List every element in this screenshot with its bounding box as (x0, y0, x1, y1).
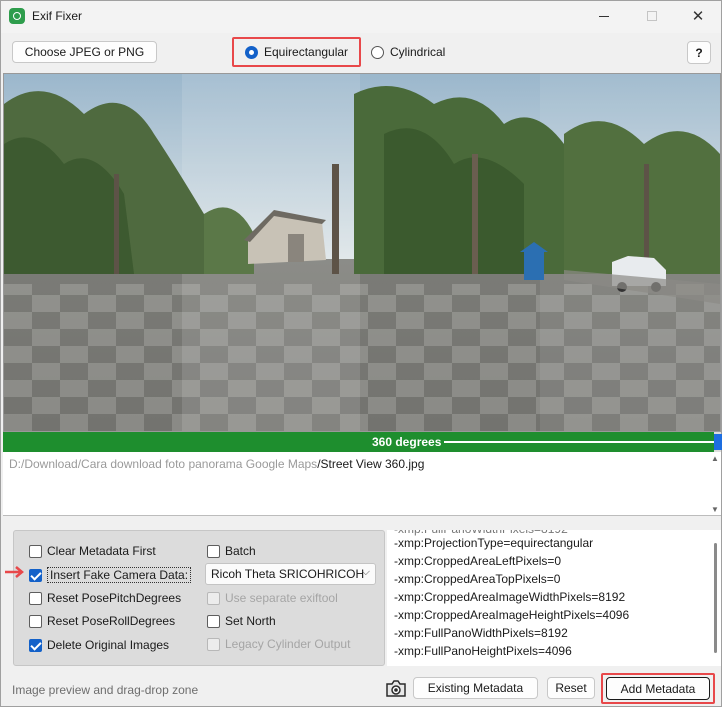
close-icon: ✕ (691, 7, 705, 25)
maximize-icon (647, 11, 657, 21)
metadata-line: -xmp:FullPanoHeightPixels=4096 (394, 644, 572, 658)
close-button[interactable]: ✕ (675, 1, 721, 31)
checkbox-checked-icon[interactable] (29, 638, 42, 652)
camera-icon[interactable] (385, 678, 407, 698)
path-text: D:/Download/Cara download foto panorama … (9, 457, 424, 471)
metadata-scrollbar[interactable] (714, 543, 717, 653)
path-textbox[interactable]: D:/Download/Cara download foto panorama … (3, 452, 721, 516)
checkbox-label: Reset PoseRollDegrees (47, 614, 176, 628)
panorama-image (4, 74, 720, 431)
progress-bar[interactable]: 360 degrees (3, 432, 722, 452)
metadata-line: -xmp:FullPanoWidthPixels=8192 (394, 626, 568, 640)
checkbox-box[interactable] (29, 544, 42, 558)
checkbox-label: Insert Fake Camera Data: (47, 567, 192, 583)
checkbox-insert-fake-camera[interactable]: Insert Fake Camera Data: (29, 565, 192, 585)
checkbox-box[interactable] (207, 544, 220, 558)
radio-equirectangular-label: Equirectangular (264, 45, 349, 59)
checkbox-reset-pitch[interactable]: Reset PosePitchDegrees (29, 588, 181, 608)
checkbox-label: Set North (225, 614, 276, 628)
add-metadata-button[interactable]: Add Metadata (606, 677, 710, 700)
metadata-line: -xmp:CroppedAreaTopPixels=0 (394, 572, 561, 586)
checkbox-label: Use separate exiftool (225, 591, 338, 605)
metadata-line: -xmp:CroppedAreaLeftPixels=0 (394, 554, 562, 568)
checkbox-batch[interactable]: Batch (207, 541, 256, 561)
checkbox-reset-roll[interactable]: Reset PoseRollDegrees (29, 611, 175, 631)
radio-cylindrical[interactable]: Cylindrical (369, 37, 469, 67)
radio-unselected-icon (371, 45, 384, 59)
scroll-down-icon[interactable]: ▼ (711, 505, 719, 514)
window-title: Exif Fixer (32, 9, 83, 23)
minimize-icon (599, 15, 609, 17)
path-scrollbar[interactable]: ▲ ▼ (709, 452, 721, 516)
reset-button[interactable]: Reset (547, 677, 595, 699)
checkbox-checked-icon[interactable] (29, 568, 42, 582)
metadata-line: -xmp:CroppedAreaImageWidthPixels=8192 (394, 590, 626, 604)
checkbox-box[interactable] (207, 614, 220, 628)
checkbox-label: Delete Original Images (47, 638, 170, 652)
chevron-down-icon[interactable]: ⌵ (362, 566, 370, 579)
minimize-button[interactable] (581, 1, 627, 31)
red-arrow-icon (5, 566, 24, 578)
app-icon (9, 8, 25, 24)
checkbox-separate-exiftool[interactable]: Use separate exiftool (207, 588, 338, 608)
progress-handle[interactable] (714, 434, 722, 450)
title-bar: Exif Fixer ✕ (1, 1, 721, 33)
radio-equirectangular[interactable]: Equirectangular (232, 37, 361, 67)
panorama-preview[interactable] (3, 73, 721, 432)
checkbox-label: Legacy Cylinder Output (225, 637, 351, 651)
checkbox-clear-metadata[interactable]: Clear Metadata First (29, 541, 156, 561)
checkbox-delete-originals[interactable]: Delete Original Images (29, 635, 169, 655)
path-directory: D:/Download/Cara download foto panorama … (9, 457, 318, 471)
checkbox-box[interactable] (29, 614, 42, 628)
checkbox-box[interactable] (207, 591, 220, 605)
metadata-line: -xmp:CroppedAreaImageHeightPixels=4096 (394, 608, 630, 622)
camera-model-combobox[interactable]: Ricoh Theta SRICOHRICOH ⌵ (205, 563, 376, 585)
drop-zone-hint: Image preview and drag-drop zone (12, 683, 199, 697)
existing-metadata-button[interactable]: Existing Metadata (413, 677, 538, 699)
checkbox-label: Clear Metadata First (47, 544, 156, 558)
scroll-up-icon[interactable]: ▲ (711, 454, 719, 463)
camera-model-value: Ricoh Theta SRICOHRICOH (211, 567, 365, 581)
progress-label: 360 degrees (372, 435, 442, 449)
path-filename: /Street View 360.jpg (317, 457, 425, 471)
checkbox-legacy-cylinder[interactable]: Legacy Cylinder Output (207, 634, 350, 654)
checkbox-set-north[interactable]: Set North (207, 611, 276, 631)
radio-selected-icon (245, 45, 258, 59)
choose-file-button[interactable]: Choose JPEG or PNG (12, 41, 157, 63)
app-window: Exif Fixer ✕ Choose JPEG or PNG Equirect… (0, 0, 722, 707)
progress-track-line (444, 441, 714, 443)
checkbox-label: Reset PosePitchDegrees (47, 591, 182, 605)
checkbox-box[interactable] (207, 637, 220, 651)
maximize-button[interactable] (629, 1, 675, 31)
metadata-line: -xmp:ProjectionType=equirectangular (394, 536, 594, 550)
help-button[interactable]: ? (687, 41, 711, 64)
add-metadata-highlight: Add Metadata (601, 673, 715, 704)
radio-cylindrical-label: Cylindrical (390, 45, 446, 59)
checkbox-box[interactable] (29, 591, 42, 605)
metadata-list[interactable]: -xmp:FullPanoWidthPixels=8192 -xmp:Proje… (387, 530, 721, 666)
checkbox-label: Batch (225, 544, 256, 558)
